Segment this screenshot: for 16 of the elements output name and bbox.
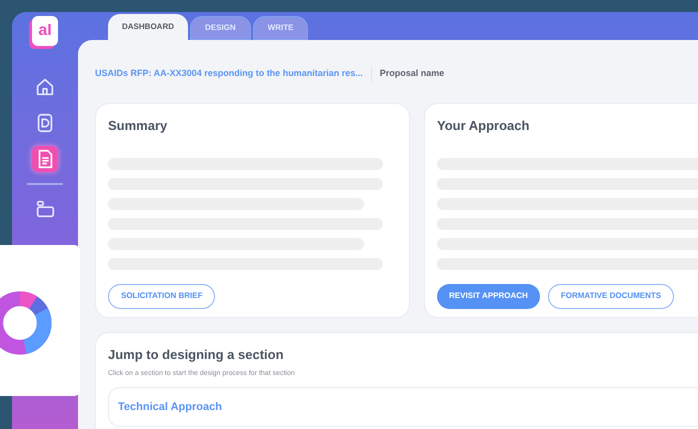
card-title: Your Approach bbox=[437, 117, 530, 135]
tab[interactable]: DESIGN bbox=[190, 16, 251, 40]
tab[interactable]: WRITE bbox=[252, 16, 308, 40]
tab[interactable]: DASHBOARD bbox=[108, 14, 188, 40]
proposal-name: Proposal name bbox=[380, 67, 444, 80]
rfp-link[interactable]: USAIDs RFP: AA-XX3004 responding to the humanitarian res... bbox=[95, 67, 363, 81]
app-logo[interactable]: aI bbox=[32, 16, 58, 46]
outline-button[interactable]: SOLICITATION BRIEF bbox=[108, 284, 216, 308]
section-title: Jump to designing a section bbox=[108, 346, 285, 364]
section-item[interactable]: Technical Approach bbox=[108, 387, 698, 427]
outline-button[interactable]: FORMATIVE DOCUMENTS bbox=[548, 284, 674, 308]
primary-button[interactable]: REVISIT APPROACH bbox=[437, 284, 540, 308]
folder-icon bbox=[34, 198, 56, 220]
card-title: Summary bbox=[108, 117, 168, 135]
sidebar-item[interactable] bbox=[32, 146, 58, 172]
home-icon bbox=[34, 76, 56, 98]
